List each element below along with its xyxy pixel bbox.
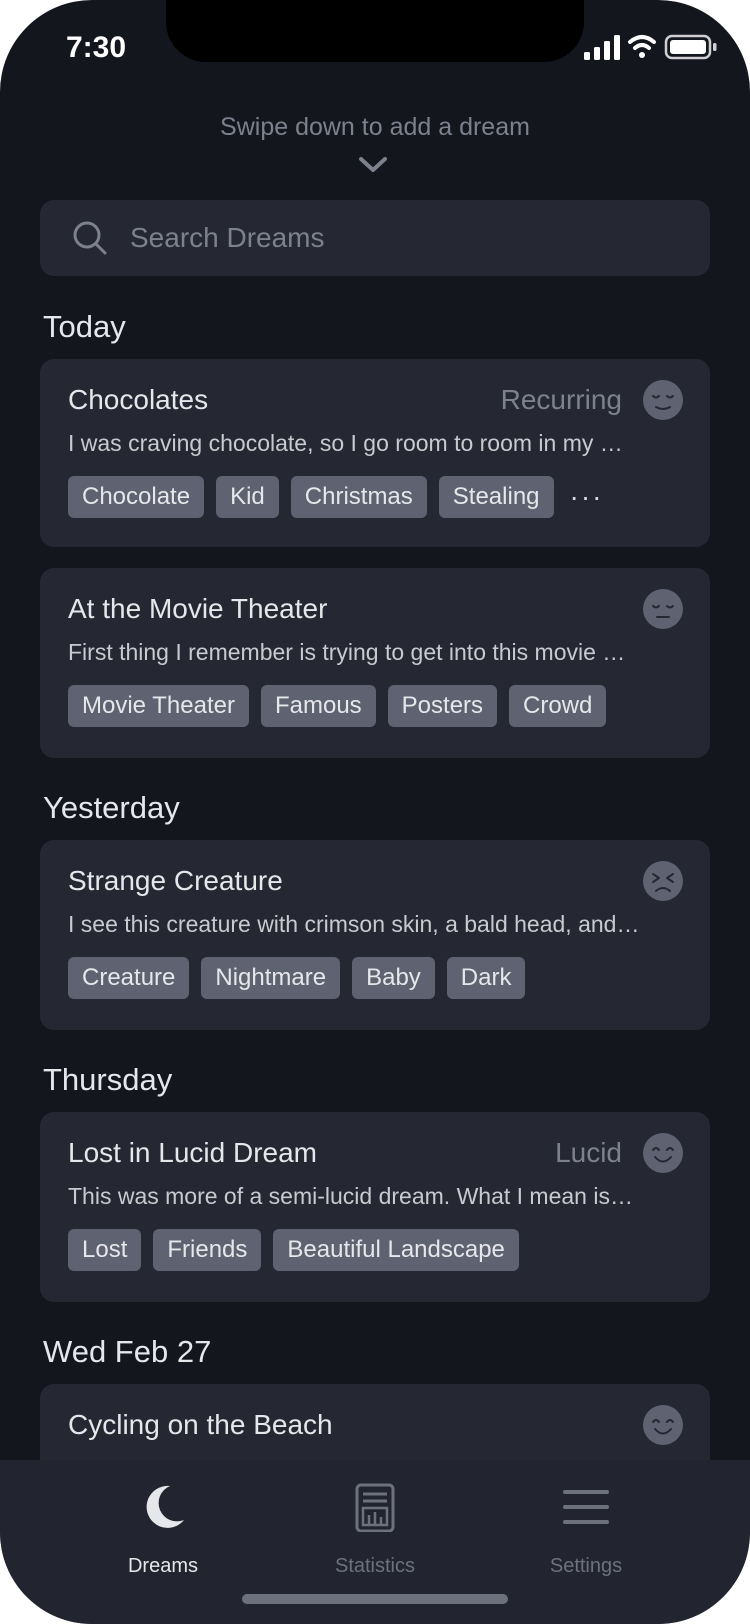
section-heading-wed-feb-27: Wed Feb 27 (43, 1334, 212, 1369)
section-heading-yesterday: Yesterday (43, 790, 180, 825)
dream-excerpt: I was craving chocolate, so I go room to… (68, 430, 623, 456)
dream-title: Strange Creature (68, 865, 283, 896)
tag-chip[interactable]: Beautiful Landscape (273, 1229, 519, 1271)
home-indicator (242, 1594, 508, 1604)
tag-chip[interactable]: Crowd (509, 685, 607, 727)
statistics-icon (355, 1483, 395, 1532)
dream-type-label: Lucid (555, 1137, 622, 1168)
tag-list: Creature Nightmare Baby Dark (68, 956, 688, 1000)
swipe-hint: Swipe down to add a dream (220, 113, 530, 141)
status-time: 7:30 (66, 31, 127, 64)
search-icon (73, 221, 107, 255)
section-heading-thursday: Thursday (43, 1062, 173, 1097)
chevron-down-icon (359, 157, 387, 172)
tag-chip[interactable]: Kid (216, 476, 279, 518)
dream-title: At the Movie Theater (68, 593, 328, 624)
search-bar[interactable] (40, 200, 710, 276)
dream-card[interactable]: Strange Creature I see this creature wit… (40, 840, 710, 1030)
dream-card[interactable]: Lost in Lucid Dream Lucid This was more … (40, 1112, 710, 1302)
tag-chip[interactable]: Baby (352, 957, 435, 999)
menu-icon (563, 1490, 609, 1524)
tag-chip[interactable]: Chocolate (68, 476, 205, 518)
tag-chip[interactable]: Dark (446, 957, 526, 999)
wifi-icon (628, 35, 656, 58)
status-icons (584, 34, 717, 60)
dream-title: Cycling on the Beach (68, 1409, 333, 1440)
dream-excerpt: This was more of a semi-lucid dream. Wha… (68, 1183, 633, 1209)
tab-settings[interactable]: Settings (461, 1460, 711, 1600)
battery-icon (664, 34, 717, 60)
section-heading-today: Today (43, 309, 126, 344)
more-tags-icon[interactable]: ··· (570, 480, 604, 514)
tag-chip[interactable]: Christmas (290, 476, 427, 518)
dream-card[interactable]: Chocolates Recurring I was craving choco… (40, 359, 710, 547)
content-face-icon (643, 380, 683, 420)
moon-icon (146, 1485, 184, 1528)
tab-label: Settings (549, 1555, 623, 1577)
tag-chip[interactable]: Movie Theater (68, 685, 249, 727)
tag-chip[interactable]: Posters (387, 685, 498, 727)
tag-chip[interactable]: Lost (68, 1229, 142, 1271)
dream-card[interactable]: At the Movie Theater First thing I remem… (40, 568, 710, 758)
dream-excerpt: First thing I remember is trying to get … (68, 639, 626, 665)
tag-chip[interactable]: Famous (260, 685, 376, 727)
tag-chip[interactable]: Friends (153, 1229, 262, 1271)
dream-type-label: Recurring (500, 384, 622, 415)
smiling-face-icon (643, 1133, 683, 1173)
distressed-face-icon (643, 861, 683, 901)
tag-chip[interactable]: Stealing (438, 476, 554, 518)
dream-excerpt: I see this creature with crimson skin, a… (68, 911, 640, 937)
tag-list: Chocolate Kid Christmas Stealing ··· (68, 475, 688, 519)
tag-list: Movie Theater Famous Posters Crowd (68, 684, 688, 728)
tag-chip[interactable]: Creature (68, 957, 190, 999)
tag-chip[interactable]: Nightmare (201, 957, 341, 999)
search-input[interactable] (130, 210, 670, 266)
smiling-face-icon (643, 1405, 683, 1445)
tag-list: Lost Friends Beautiful Landscape (68, 1228, 688, 1272)
phone-screen: 7:30 Swipe down to add a dream Today (0, 0, 750, 1624)
cellular-signal-icon (584, 35, 620, 60)
notch (166, 0, 584, 62)
neutral-face-icon (643, 589, 683, 629)
